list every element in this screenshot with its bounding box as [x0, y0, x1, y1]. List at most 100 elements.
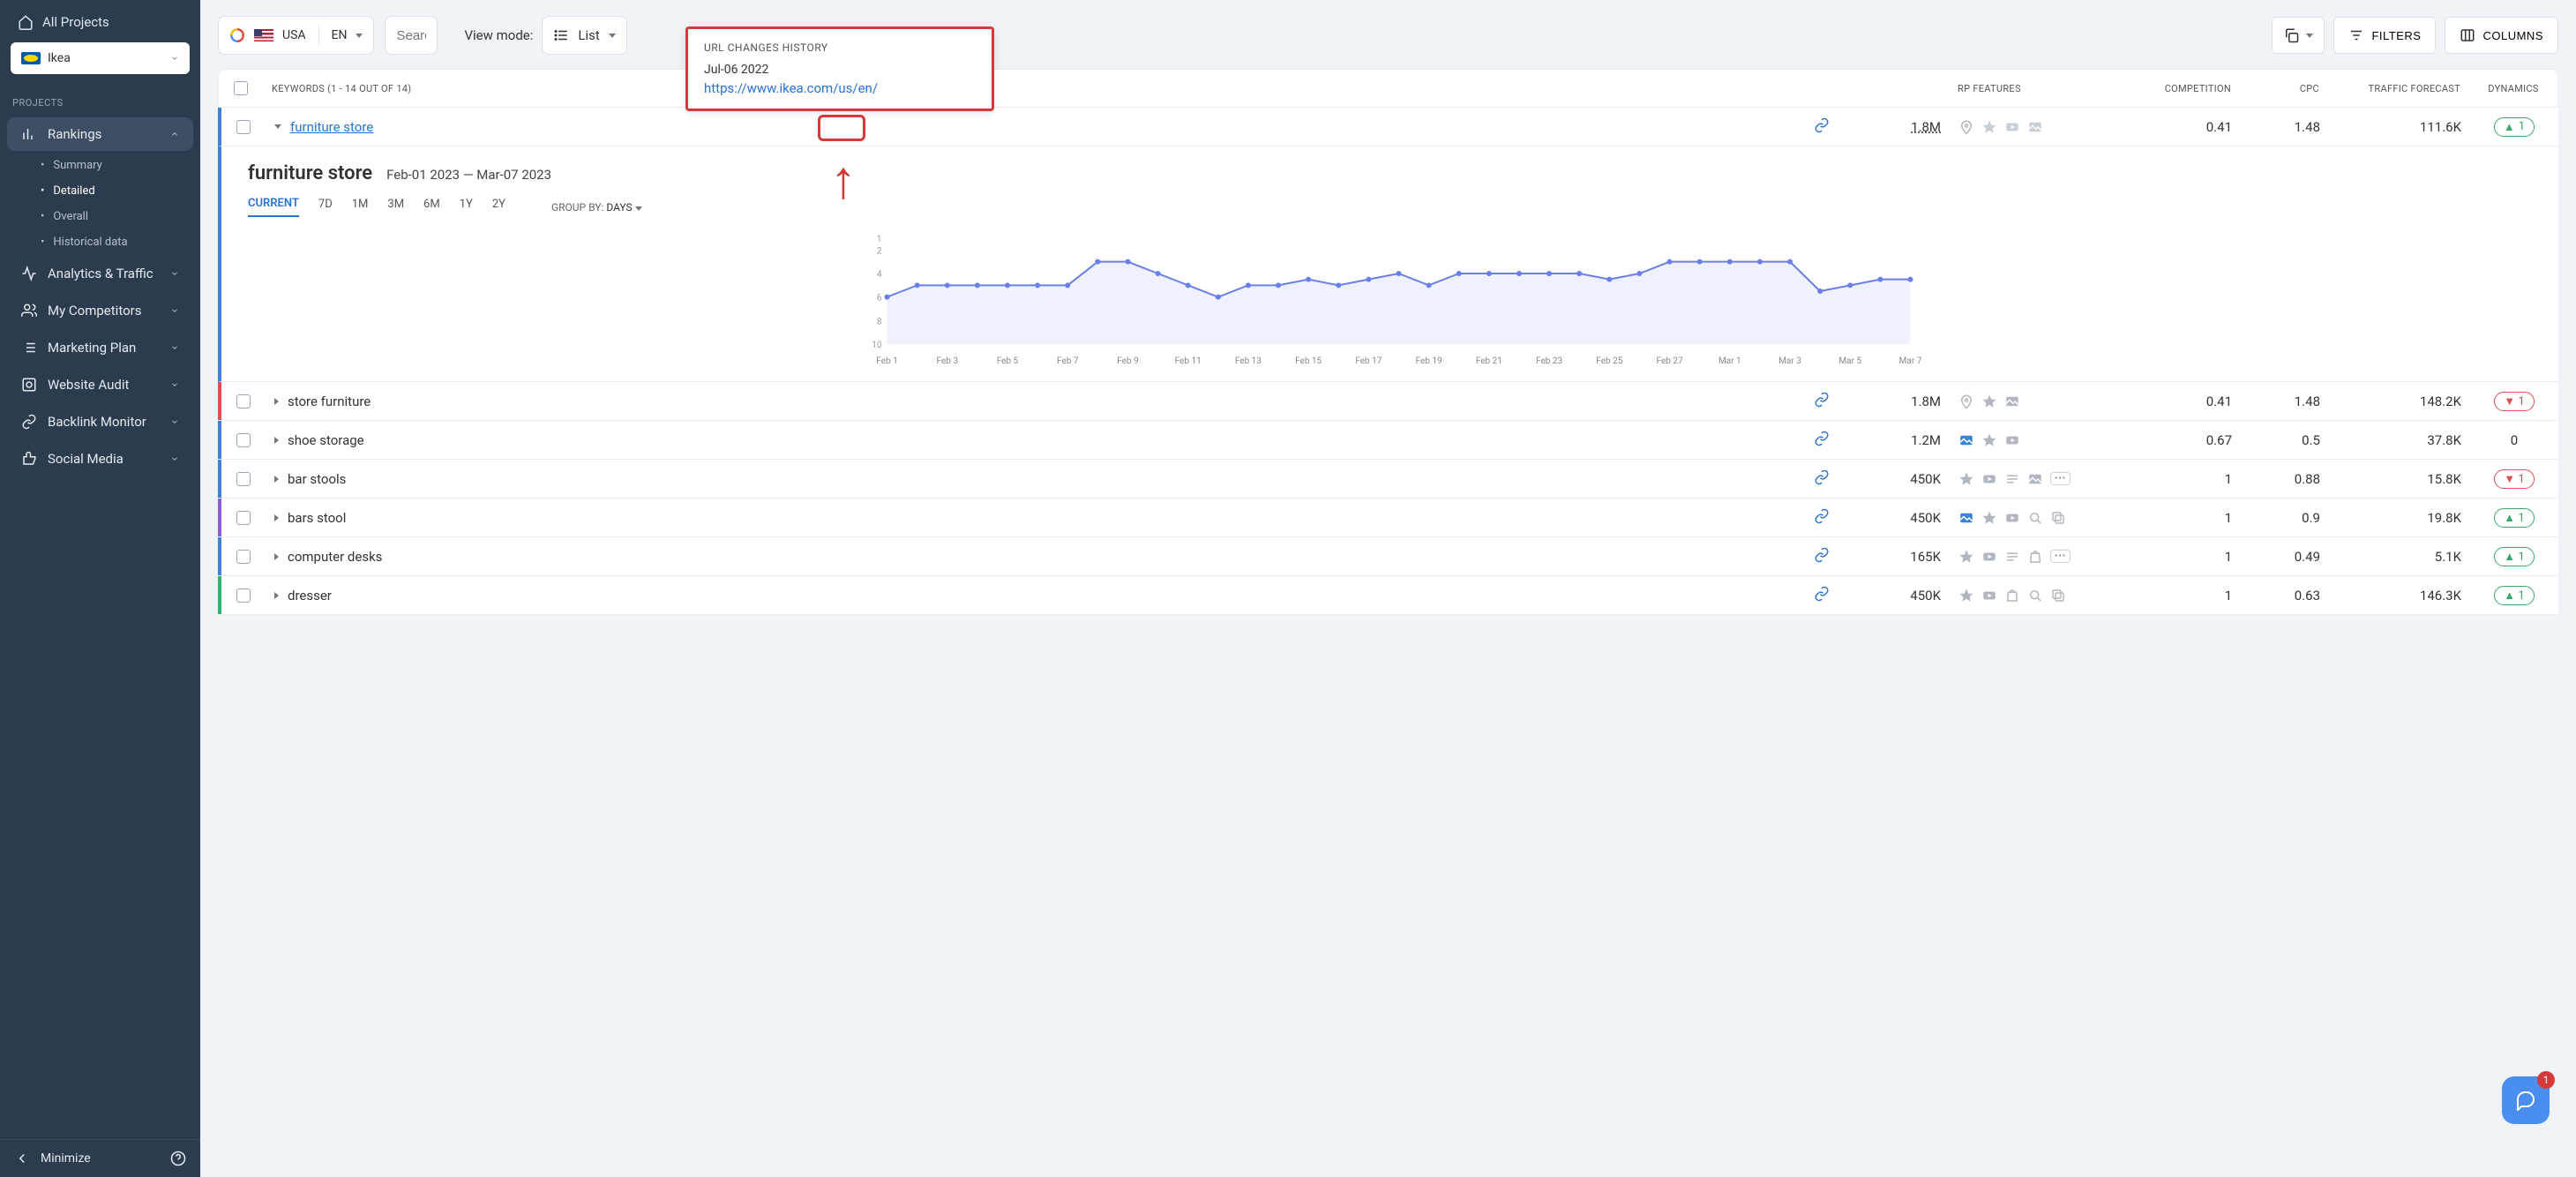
th-keywords[interactable]: KEYWORDS (1 - 14 OUT OF 14)	[263, 83, 1790, 94]
cell-sv: 1.8M	[1853, 394, 1950, 409]
cell-traffic: 146.3K	[2329, 588, 2470, 603]
country-select[interactable]: USA EN	[218, 16, 374, 55]
keyword-text[interactable]: dresser	[288, 588, 332, 603]
more-icon[interactable]: •••	[2050, 550, 2071, 563]
th-dynamics[interactable]: DYNAMICS	[2469, 83, 2557, 94]
nav-competitors[interactable]: My Competitors	[7, 294, 193, 327]
row-checkbox[interactable]	[236, 550, 251, 564]
cell-sv: 450K	[1853, 510, 1950, 526]
table-row: shoe storage1.2M0.670.537.8K0	[218, 421, 2558, 460]
nav-analytics[interactable]: Analytics & Traffic	[7, 257, 193, 290]
minimize-label[interactable]: Minimize	[41, 1151, 91, 1166]
search-input[interactable]	[396, 28, 426, 43]
star-icon	[1981, 510, 1997, 526]
keyword-text[interactable]: bar stools	[288, 471, 346, 487]
cell-traffic: 148.2K	[2329, 394, 2470, 409]
nav-website-audit[interactable]: Website Audit	[7, 368, 193, 401]
row-checkbox[interactable]	[236, 588, 251, 603]
nav-backlink[interactable]: Backlink Monitor	[7, 405, 193, 439]
caret-down-icon	[2306, 34, 2313, 38]
expand-icon[interactable]	[274, 592, 279, 599]
subnav-historical[interactable]: •Historical data	[35, 229, 200, 255]
groupby-value[interactable]: DAYS	[606, 201, 632, 214]
chat-badge: 1	[2537, 1071, 2555, 1089]
viewmode-select[interactable]: List	[542, 16, 626, 55]
svg-text:Mar 3: Mar 3	[1778, 356, 1801, 366]
th-traffic[interactable]: TRAFFIC FORECAST	[2328, 83, 2469, 94]
all-projects-link[interactable]: All Projects	[11, 9, 190, 35]
row-checkbox[interactable]	[236, 511, 251, 525]
image-icon	[1958, 432, 1974, 448]
popover-url-link[interactable]: https://www.ikea.com/us/en/	[704, 80, 878, 96]
link-icon[interactable]	[1814, 392, 1830, 408]
select-all-checkbox[interactable]	[234, 81, 248, 95]
expand-icon[interactable]	[274, 553, 279, 560]
link-icon[interactable]	[1814, 508, 1830, 524]
chat-fab[interactable]: 1	[2502, 1076, 2550, 1124]
search-input-wrap[interactable]	[385, 16, 438, 55]
table-row: store furniture1.8M0.411.48148.2K▼ 1	[218, 382, 2558, 421]
link-icon[interactable]	[1814, 469, 1830, 485]
expand-title: furniture store	[248, 162, 372, 184]
subnav-overall[interactable]: •Overall	[35, 204, 200, 229]
expand-icon[interactable]	[274, 476, 279, 483]
subnav-detailed[interactable]: •Detailed	[35, 178, 200, 204]
th-serp[interactable]: RP FEATURES	[1949, 83, 2099, 94]
keyword-text[interactable]: computer desks	[288, 549, 382, 565]
tab-1m[interactable]: 1M	[352, 198, 369, 216]
copy-button[interactable]	[2272, 17, 2325, 54]
tab-1y[interactable]: 1Y	[460, 198, 473, 216]
svg-text:Mar 7: Mar 7	[1899, 356, 1922, 366]
cell-sv: 450K	[1853, 588, 1950, 603]
row-checkbox[interactable]	[236, 120, 251, 134]
project-select[interactable]: Ikea	[11, 42, 190, 74]
arrow-left-icon[interactable]	[14, 1151, 30, 1166]
svg-text:Feb 7: Feb 7	[1057, 356, 1079, 366]
svg-text:Mar 5: Mar 5	[1838, 356, 1861, 366]
svg-text:Feb 5: Feb 5	[997, 356, 1019, 366]
link-icon[interactable]	[1814, 547, 1830, 563]
keyword-text[interactable]: shoe storage	[288, 432, 364, 448]
copy-serp-icon	[2050, 510, 2066, 526]
chevron-down-icon	[170, 343, 179, 352]
nav-rankings[interactable]: Rankings	[7, 117, 193, 151]
chevron-down-icon	[170, 54, 179, 63]
nav-social[interactable]: Social Media	[7, 442, 193, 476]
tab-2y[interactable]: 2Y	[492, 198, 505, 216]
row-checkbox[interactable]	[236, 394, 251, 409]
video-icon	[1981, 549, 1997, 565]
table-row-hero: furniture store 1.8M 0.41 1.48 111.6K ▲ …	[218, 108, 2558, 146]
cell-sv: 1.8M	[1853, 119, 1950, 135]
svg-text:Feb 21: Feb 21	[1476, 356, 1502, 366]
expand-icon[interactable]	[274, 514, 279, 521]
keyword-text[interactable]: store furniture	[288, 394, 371, 409]
chevron-down-icon	[170, 380, 179, 389]
more-icon[interactable]: •••	[2050, 472, 2071, 485]
expand-icon[interactable]	[274, 437, 279, 444]
tab-3m[interactable]: 3M	[387, 198, 404, 216]
keyword-link[interactable]: furniture store	[290, 119, 373, 135]
tab-current[interactable]: CURRENT	[248, 197, 299, 217]
link-icon[interactable]	[1814, 431, 1830, 446]
cell-sv: 450K	[1853, 471, 1950, 487]
expand-icon[interactable]	[274, 398, 279, 405]
keyword-text[interactable]: bars stool	[288, 510, 346, 526]
help-icon[interactable]	[170, 1151, 186, 1166]
tab-7d[interactable]: 7D	[318, 198, 333, 216]
row-checkbox[interactable]	[236, 472, 251, 486]
usa-flag-icon	[254, 29, 273, 41]
nav-marketing-plan[interactable]: Marketing Plan	[7, 331, 193, 364]
link-icon[interactable]	[1814, 586, 1830, 602]
tab-6m[interactable]: 6M	[423, 198, 440, 216]
filters-button[interactable]: FILTERS	[2333, 17, 2436, 54]
chevron-down-icon	[170, 306, 179, 315]
th-cpc[interactable]: CPC	[2240, 83, 2328, 94]
svg-text:10: 10	[872, 341, 882, 350]
row-checkbox[interactable]	[236, 433, 251, 447]
svg-text:8: 8	[877, 317, 882, 326]
collapse-icon[interactable]	[274, 124, 281, 129]
subnav-summary[interactable]: •Summary	[35, 153, 200, 178]
columns-button[interactable]: COLUMNS	[2445, 17, 2558, 54]
th-competition[interactable]: COMPETITION	[2099, 83, 2240, 94]
link-icon[interactable]	[1814, 117, 1830, 133]
